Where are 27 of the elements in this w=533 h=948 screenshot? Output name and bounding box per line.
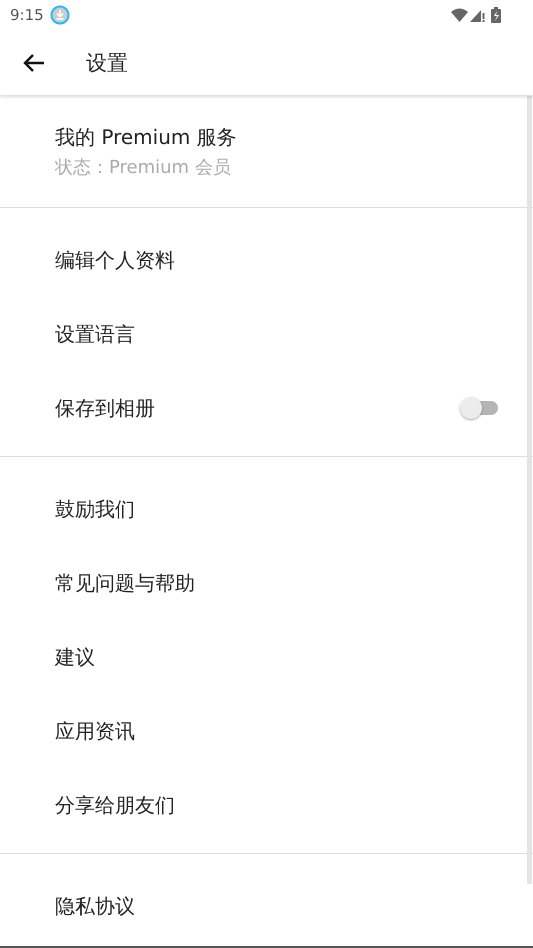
wifi-icon xyxy=(451,8,468,22)
item-label: 应用资讯 xyxy=(55,718,135,744)
back-arrow-icon xyxy=(23,52,45,72)
premium-title: 我的 Premium 服务 xyxy=(55,124,237,150)
item-label: 保存到相册 xyxy=(55,394,156,422)
item-label: 编辑个人资料 xyxy=(55,246,175,274)
settings-item[interactable]: 建议 xyxy=(0,620,533,694)
premium-status: 状态：Premium 会员 xyxy=(55,156,231,178)
item-label: 隐私协议 xyxy=(55,892,135,920)
item-label: 常见问题与帮助 xyxy=(55,570,195,596)
settings-item[interactable]: 隐私协议 xyxy=(0,869,533,943)
download-icon xyxy=(50,5,70,25)
item-label: 鼓励我们 xyxy=(55,496,135,522)
item-label: 设置语言 xyxy=(55,320,135,348)
page-title: 设置 xyxy=(86,50,128,76)
settings-item[interactable]: 鼓励我们 xyxy=(0,472,533,546)
settings-item[interactable]: 设置语言 xyxy=(0,297,533,371)
settings-item[interactable]: 常见问题与帮助 xyxy=(0,546,533,620)
settings-item[interactable]: 编辑个人资料 xyxy=(0,223,533,297)
toggle-switch[interactable] xyxy=(460,397,498,419)
battery-icon xyxy=(491,7,501,23)
signal-icon xyxy=(470,8,485,22)
settings-item[interactable]: 应用资讯 xyxy=(0,694,533,768)
item-label: 分享给朋友们 xyxy=(55,792,175,818)
settings-item[interactable]: 分享给朋友们 xyxy=(0,768,533,842)
status-time: 9:15 xyxy=(10,6,44,24)
item-label: 建议 xyxy=(55,644,95,670)
